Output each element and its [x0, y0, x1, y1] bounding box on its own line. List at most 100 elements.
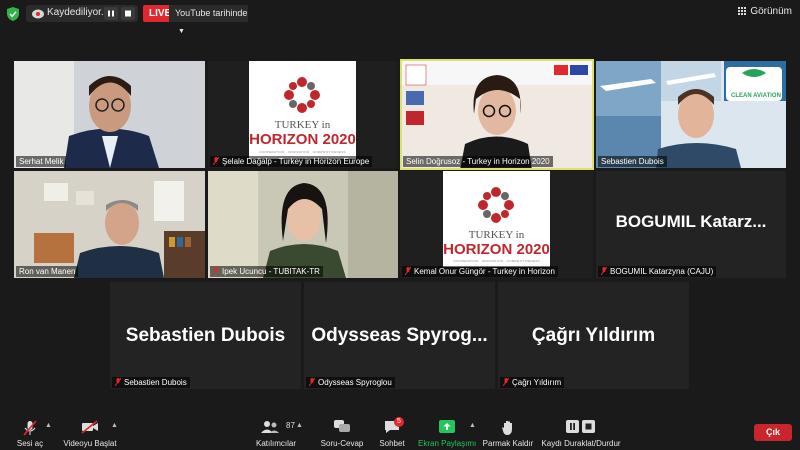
unmute-label: Sesi aç: [16, 439, 44, 448]
participant-video: [596, 61, 786, 168]
participant-display-name: Sebastien Dubois: [125, 324, 286, 346]
video-tile-ipek-ucuncu[interactable]: Ipek Ucuncu - TUBITAK-TR: [208, 171, 398, 278]
participant-video: [208, 171, 398, 278]
horizon-logo-icon: [284, 77, 320, 113]
unmute-button[interactable]: Sesi aç: [8, 414, 52, 450]
participant-name: BOGUMIL Katarzyna (CAJU): [598, 266, 717, 277]
participant-name-text: Sebastien Dubois: [124, 378, 187, 387]
qa-icon: [334, 420, 350, 432]
participants-options-caret-icon[interactable]: ▲: [296, 422, 303, 429]
logo-tagline: COOPERATION · INNOVATION · COMPETITIVENE…: [259, 150, 346, 154]
leave-meeting-button[interactable]: Çık: [754, 424, 792, 441]
logo-line1: TURKEY in: [274, 119, 331, 131]
meeting-toolbar: Sesi aç ▲ Videoyu Başlat ▲ 87 Katılımcıl…: [0, 414, 800, 450]
muted-mic-icon: [309, 378, 315, 386]
participant-count: 87: [286, 421, 295, 430]
participant-display-name: BOGUMIL Katarz...: [615, 212, 767, 232]
participant-name-text: Çağrı Yıldırım: [512, 378, 562, 387]
share-screen-icon: [439, 420, 455, 433]
participant-name: Ipek Ucuncu - TUBITAK-TR: [210, 266, 323, 277]
participants-button[interactable]: 87 Katılımcılar: [254, 414, 298, 450]
top-bar: Kaydediliyor... LIVE YouTube tarihinde ▼…: [0, 0, 800, 35]
start-video-label: Videoyu Başlat: [63, 439, 117, 448]
view-label: Görünüm: [750, 6, 792, 17]
participant-name-text: Şelale Dağalp - Turkey in Horizon Europe: [222, 157, 370, 166]
start-video-button[interactable]: Videoyu Başlat: [62, 414, 118, 450]
youtube-stream-dropdown[interactable]: YouTube tarihinde ▼: [169, 5, 248, 35]
horizon-logo-icon: [478, 187, 514, 223]
participant-name: Ron van Manen: [16, 266, 79, 277]
muted-mic-icon: [23, 420, 37, 436]
chat-label: Sohbet: [379, 439, 405, 448]
recording-label: Kaydediliyor...: [47, 7, 110, 18]
participants-icon: [261, 421, 279, 433]
pause-stop-recording-icon: [566, 420, 595, 433]
raise-hand-label: Parmak Kaldır: [482, 439, 534, 448]
logo-tagline: COOPERATION · INNOVATION · COMPETITIVENE…: [453, 259, 540, 263]
participant-name-text: Ipek Ucuncu - TUBITAK-TR: [222, 267, 320, 276]
recording-indicator: Kaydediliyor...: [26, 5, 138, 22]
video-off-icon: [81, 420, 98, 434]
encryption-shield-icon[interactable]: [7, 7, 19, 21]
participant-name: Şelale Dağalp - Turkey in Horizon Europe: [210, 156, 373, 167]
pause-recording-button[interactable]: [104, 7, 118, 20]
participant-video: [14, 61, 205, 168]
logo-line2: HORIZON 2020: [249, 131, 356, 148]
participant-video: [400, 59, 594, 170]
participant-name-text: Odysseas Spyroglou: [318, 378, 392, 387]
chat-button[interactable]: 5 Sohbet: [372, 414, 412, 450]
turkey-horizon-logo: TURKEY in HORIZON 2020 COOPERATION · INN…: [443, 171, 550, 267]
muted-mic-icon: [213, 157, 219, 165]
participant-name: Odysseas Spyroglou: [306, 377, 395, 388]
audio-options-caret-icon[interactable]: ▲: [45, 422, 52, 429]
raise-hand-button[interactable]: Parmak Kaldır: [482, 414, 534, 450]
video-tile-selale-dagalp[interactable]: TURKEY in HORIZON 2020 COOPERATION · INN…: [208, 61, 397, 168]
participant-name: Sebastien Dubois: [598, 156, 667, 167]
muted-mic-icon: [115, 378, 121, 386]
muted-mic-icon: [503, 378, 509, 386]
video-tile-sebastien-dubois-2[interactable]: Sebastien Dubois Sebastien Dubois: [110, 282, 301, 389]
video-options-caret-icon[interactable]: ▲: [111, 422, 118, 429]
participants-label: Katılımcılar: [255, 439, 296, 448]
stop-recording-button[interactable]: [121, 7, 135, 20]
share-screen-button[interactable]: Ekran Paylaşımı: [418, 414, 476, 450]
participant-display-name: Çağrı Yıldırım: [531, 324, 656, 346]
chat-unread-badge: 5: [394, 417, 404, 427]
muted-mic-icon: [601, 267, 607, 275]
muted-mic-icon: [213, 267, 219, 275]
participant-display-name: Odysseas Spyrog...: [311, 324, 488, 346]
logo-line2: HORIZON 2020: [443, 241, 550, 258]
pause-stop-recording-button[interactable]: Kaydı Duraklat/Durdur: [540, 414, 622, 450]
participant-name-text: Kemal Onur Güngör - Turkey in Horizon: [414, 267, 555, 276]
share-options-caret-icon[interactable]: ▲: [469, 422, 476, 429]
qa-label: Soru-Cevap: [320, 439, 364, 448]
qa-button[interactable]: Soru-Cevap: [320, 414, 364, 450]
video-tile-selin-dogrusoz[interactable]: Selin Doğrusoz - Turkey in Horizon 2020: [400, 59, 594, 170]
video-tile-ron-van-manen[interactable]: Ron van Manen: [14, 171, 205, 278]
chevron-down-icon: ▼: [178, 28, 185, 35]
view-button[interactable]: Görünüm: [738, 6, 792, 17]
video-tile-serhat-melik[interactable]: Serhat Melik: [14, 61, 205, 168]
participant-name: Çağrı Yıldırım: [500, 377, 565, 388]
stop-icon: [125, 10, 131, 17]
raise-hand-icon: [502, 421, 512, 435]
pause-icon: [108, 10, 114, 17]
cloud-recording-icon: [32, 9, 44, 19]
share-screen-label: Ekran Paylaşımı: [418, 439, 477, 448]
video-tile-kemal-onur-gungor[interactable]: TURKEY in HORIZON 2020 COOPERATION · INN…: [400, 171, 593, 278]
youtube-label: YouTube tarihinde: [175, 8, 248, 18]
video-tile-bogumil-katarzyna[interactable]: BOGUMIL Katarz... BOGUMIL Katarzyna (CAJ…: [596, 171, 786, 278]
participant-video: [14, 171, 205, 278]
clean-aviation-logo: CLEAN AVIATION: [731, 93, 781, 99]
grid-view-icon: [738, 7, 747, 15]
turkey-horizon-logo: TURKEY in HORIZON 2020 COOPERATION · INN…: [249, 61, 356, 159]
participant-name: Sebastien Dubois: [112, 377, 190, 388]
video-tile-odysseas-spyroglou[interactable]: Odysseas Spyrog... Odysseas Spyroglou: [304, 282, 495, 389]
video-tile-sebastien-dubois[interactable]: CLEAN AVIATION Sebastien Dubois: [596, 61, 786, 168]
participant-name: Selin Doğrusoz - Turkey in Horizon 2020: [403, 156, 553, 167]
participant-name: Kemal Onur Güngör - Turkey in Horizon: [402, 266, 558, 277]
video-tile-cagri-yildirim[interactable]: Çağrı Yıldırım Çağrı Yıldırım: [498, 282, 689, 389]
participant-name-text: BOGUMIL Katarzyna (CAJU): [610, 267, 714, 276]
participant-name: Serhat Melik: [16, 156, 67, 167]
pause-stop-recording-label: Kaydı Duraklat/Durdur: [541, 439, 621, 448]
